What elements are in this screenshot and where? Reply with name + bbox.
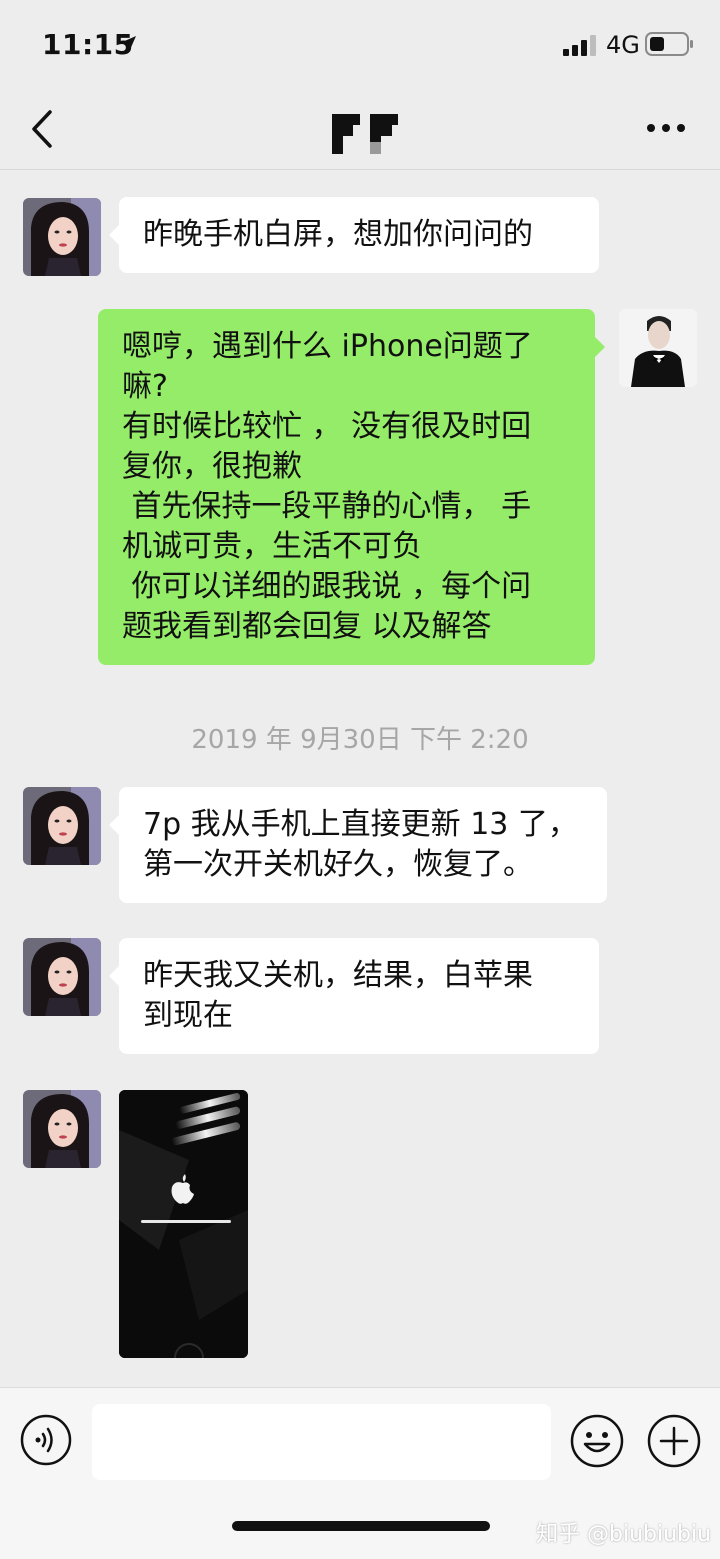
message-bubble-incoming[interactable]: 昨晚手机白屏，想加你问问的 bbox=[109, 197, 599, 273]
battery-icon bbox=[645, 32, 693, 56]
message-input[interactable] bbox=[92, 1404, 551, 1480]
chat-message-list[interactable]: 昨晚手机白屏，想加你问问的 嗯哼，遇到什么 iPhone问题了 嘛? 有时候比较… bbox=[0, 171, 720, 1387]
status-bar: 11:15 4G bbox=[0, 0, 720, 90]
contact-avatar[interactable] bbox=[23, 787, 101, 865]
emoji-icon[interactable] bbox=[570, 1414, 624, 1468]
contact-avatar[interactable] bbox=[23, 1090, 101, 1168]
home-indicator[interactable] bbox=[232, 1521, 490, 1531]
message-image-white-apple-boot-screen[interactable] bbox=[119, 1090, 248, 1358]
message-bubble-incoming[interactable]: 7p 我从手机上直接更新 13 了， 第一次开关机好久，恢复了。 bbox=[109, 787, 607, 903]
voice-icon[interactable] bbox=[20, 1414, 72, 1466]
app-logo-icon bbox=[332, 114, 398, 154]
my-avatar[interactable] bbox=[619, 309, 697, 387]
contact-avatar[interactable] bbox=[23, 198, 101, 276]
location-arrow-icon bbox=[120, 36, 136, 52]
network-type: 4G bbox=[606, 31, 640, 59]
cellular-signal-icon bbox=[563, 35, 596, 56]
back-icon[interactable] bbox=[28, 108, 58, 150]
message-bubble-outgoing[interactable]: 嗯哼，遇到什么 iPhone问题了 嘛? 有时候比较忙 ， 没有很及时回 复你，… bbox=[98, 309, 605, 665]
message-timestamp: 2019 年 9月30日 下午 2:20 bbox=[191, 725, 529, 755]
watermark: 知乎 @biubiubiu bbox=[536, 1522, 712, 1547]
contact-avatar[interactable] bbox=[23, 938, 101, 1016]
more-options-icon[interactable] bbox=[646, 118, 686, 138]
plus-icon[interactable] bbox=[647, 1414, 701, 1468]
nav-bar bbox=[0, 90, 720, 170]
message-bubble-incoming[interactable]: 昨天我又关机，结果，白苹果 到现在 bbox=[109, 938, 599, 1054]
